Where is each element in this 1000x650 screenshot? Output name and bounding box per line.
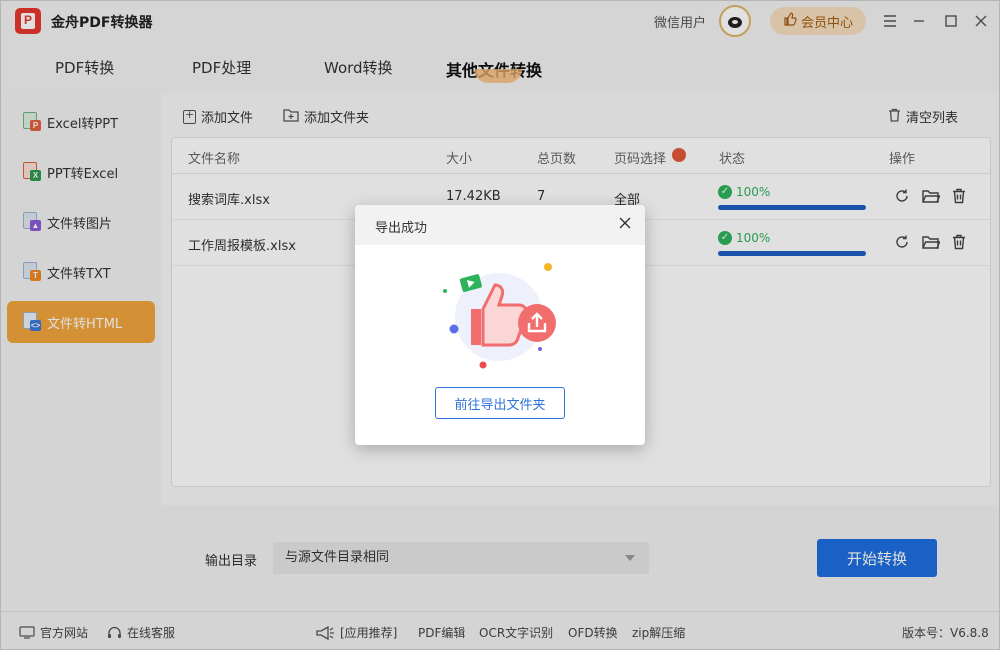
dialog-title: 导出成功 [375,221,428,236]
open-export-folder-button[interactable]: 前往导出文件夹 [435,387,565,419]
thumbs-up-illustration [443,263,556,369]
export-success-dialog: 导出成功 前往导出文件夹 [355,205,645,445]
dialog-header: 导出成功 [355,205,645,245]
dialog-close-button[interactable] [615,215,635,235]
close-icon [619,217,631,229]
